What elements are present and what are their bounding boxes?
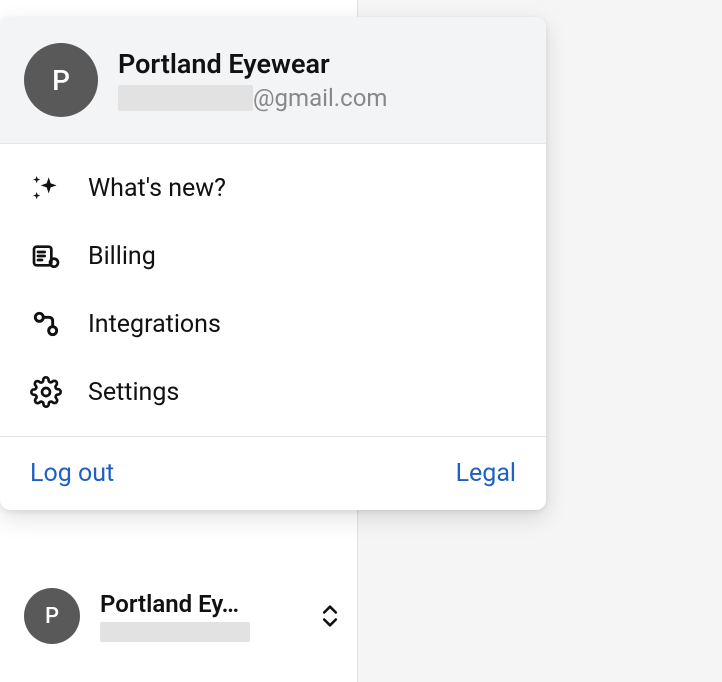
account-menu-popover: P Portland Eyewear @gmail.com What's new… — [0, 17, 546, 510]
account-text: Portland Eyewear @gmail.com — [118, 48, 387, 112]
sparkle-icon — [30, 172, 62, 204]
avatar: P — [24, 43, 98, 117]
menu-item-integrations[interactable]: Integrations — [0, 290, 546, 358]
gear-icon — [30, 376, 62, 408]
menu-label: Billing — [88, 242, 156, 271]
account-email: @gmail.com — [118, 84, 387, 112]
menu-list: What's new? Billing — [0, 144, 546, 437]
avatar: P — [24, 588, 80, 644]
legal-link[interactable]: Legal — [456, 459, 516, 488]
menu-label: What's new? — [88, 174, 226, 203]
logout-link[interactable]: Log out — [30, 459, 114, 488]
email-redacted — [100, 622, 250, 642]
account-switcher-text: Portland Ey… — [100, 590, 296, 642]
account-header: P Portland Eyewear @gmail.com — [0, 17, 546, 144]
menu-label: Settings — [88, 378, 179, 407]
billing-icon — [30, 240, 62, 272]
account-name: Portland Eyewear — [118, 48, 387, 80]
chevron-up-down-icon — [316, 598, 344, 634]
email-redacted — [118, 85, 253, 111]
avatar-initial: P — [52, 64, 70, 97]
menu-label: Integrations — [88, 310, 221, 339]
avatar-initial: P — [45, 604, 59, 629]
menu-item-whats-new[interactable]: What's new? — [0, 154, 546, 222]
popover-footer: Log out Legal — [0, 437, 546, 510]
account-switcher-name: Portland Ey… — [100, 590, 296, 618]
menu-item-billing[interactable]: Billing — [0, 222, 546, 290]
integrations-icon — [30, 308, 62, 340]
menu-item-settings[interactable]: Settings — [0, 358, 546, 426]
account-switcher[interactable]: P Portland Ey… — [24, 588, 344, 644]
email-suffix: @gmail.com — [253, 84, 387, 112]
